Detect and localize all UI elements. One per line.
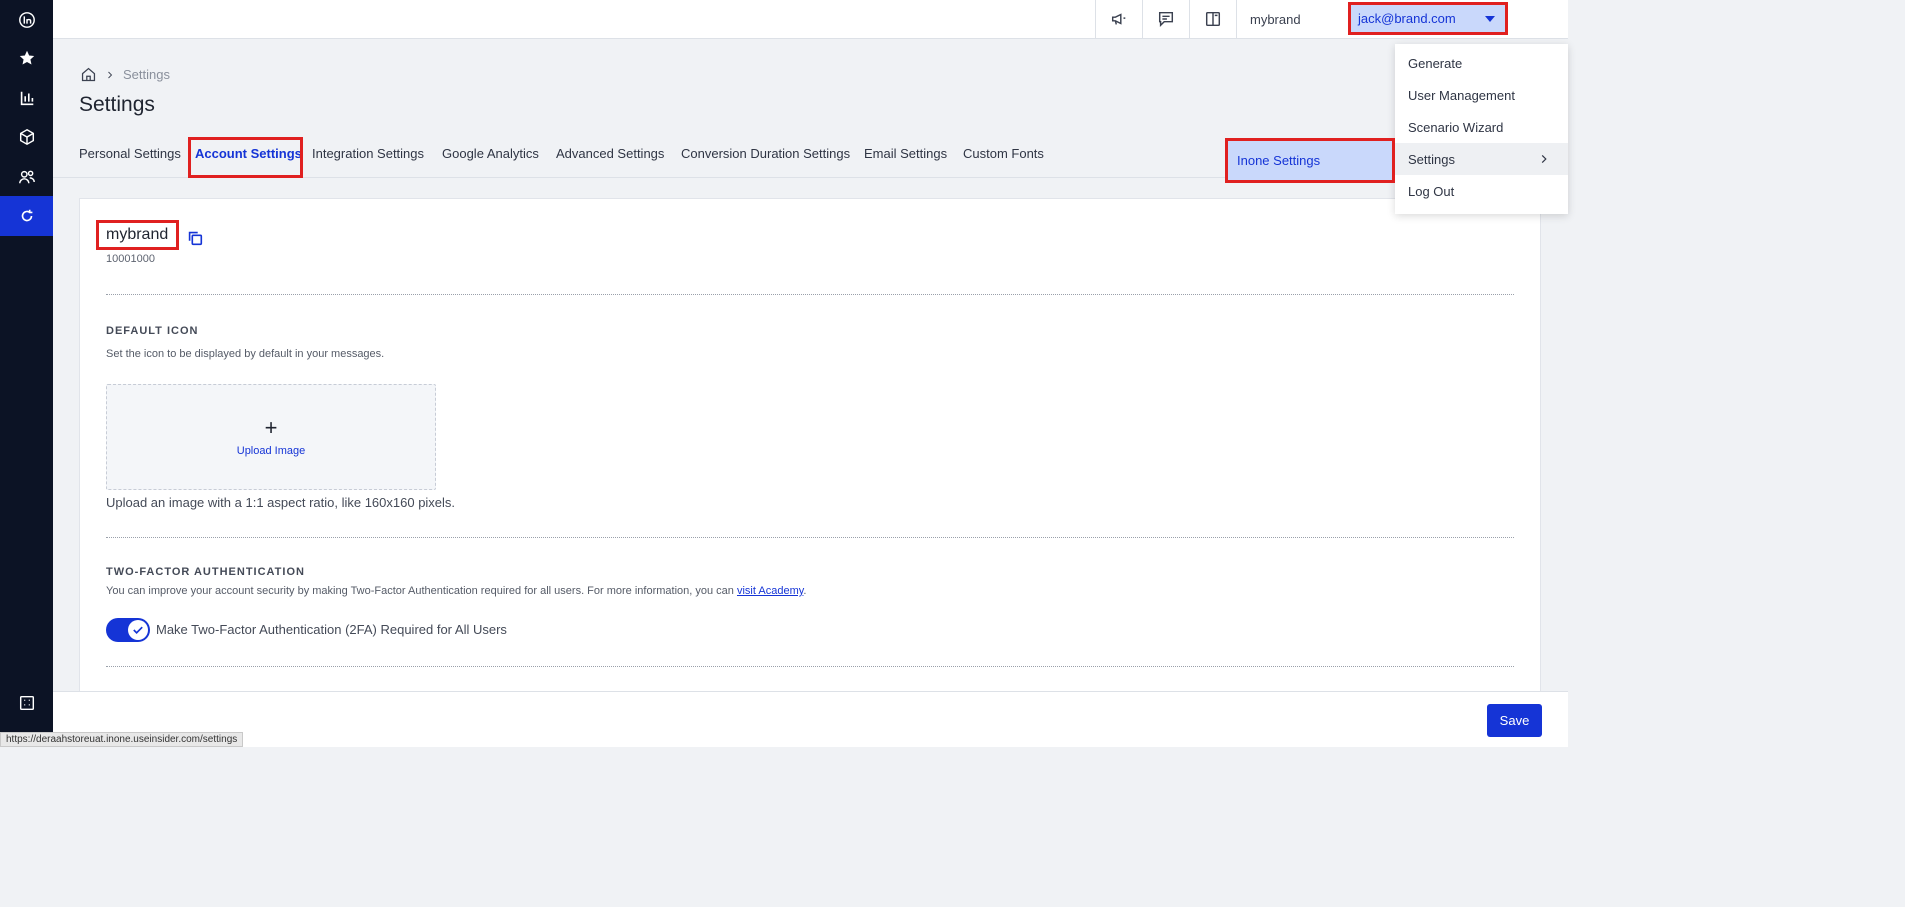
tab-conversion-duration-settings[interactable]: Conversion Duration Settings: [681, 146, 850, 161]
apps-grid-icon[interactable]: [0, 683, 53, 723]
caret-down-icon: [1485, 16, 1495, 22]
menu-item-settings[interactable]: Settings: [1395, 143, 1568, 175]
two-factor-toggle-label: Make Two-Factor Authentication (2FA) Req…: [156, 622, 507, 637]
breadcrumb: Settings: [80, 66, 170, 83]
section-divider: [106, 666, 1514, 667]
home-icon[interactable]: [80, 66, 97, 83]
status-bar-url: https://deraahstoreuat.inone.useinsider.…: [0, 732, 244, 747]
user-account-select[interactable]: jack@brand.com: [1348, 2, 1508, 35]
section-divider: [106, 294, 1514, 295]
refresh-icon[interactable]: [0, 196, 53, 236]
menu-item-user-management[interactable]: User Management: [1395, 79, 1568, 111]
upload-image-dropzone[interactable]: + Upload Image: [106, 384, 436, 490]
star-icon[interactable]: [0, 38, 53, 78]
two-factor-toggle[interactable]: [106, 618, 150, 642]
submenu-item-inone-settings[interactable]: Inone Settings: [1225, 138, 1395, 183]
user-dropdown-menu: Generate User Management Scenario Wizard…: [1395, 44, 1568, 214]
menu-item-log-out[interactable]: Log Out: [1395, 175, 1568, 207]
save-button[interactable]: Save: [1487, 704, 1542, 737]
upload-hint: Upload an image with a 1:1 aspect ratio,…: [106, 495, 456, 510]
section-divider: [106, 537, 1514, 538]
tab-advanced-settings[interactable]: Advanced Settings: [556, 146, 664, 161]
feedback-chat-icon[interactable]: [1142, 0, 1189, 38]
insider-logo-icon[interactable]: [0, 0, 53, 40]
chevron-right-icon: [1541, 154, 1547, 164]
users-icon[interactable]: [0, 157, 53, 197]
account-id: 10001000: [106, 253, 155, 265]
user-email: jack@brand.com: [1358, 11, 1456, 26]
default-icon-title: DEFAULT ICON: [106, 325, 199, 337]
cube-icon[interactable]: [0, 117, 53, 157]
two-factor-description-text: You can improve your account security by…: [106, 585, 737, 597]
active-tab-highlight: [188, 137, 303, 178]
tab-email-settings[interactable]: Email Settings: [864, 146, 947, 161]
chevron-right-icon: [108, 71, 113, 78]
menu-item-settings-label: Settings: [1408, 151, 1455, 167]
brand-select-value: mybrand: [1250, 11, 1301, 27]
visit-academy-link[interactable]: visit Academy: [737, 585, 803, 597]
tab-personal-settings[interactable]: Personal Settings: [79, 146, 181, 161]
footer-bar: [53, 691, 1568, 747]
check-icon: [133, 626, 143, 634]
page-title: Settings: [79, 93, 155, 116]
two-factor-description-end: .: [803, 585, 807, 597]
breadcrumb-current: Settings: [123, 67, 170, 82]
toggle-knob: [128, 620, 148, 640]
two-factor-title: TWO-FACTOR AUTHENTICATION: [106, 566, 305, 578]
announcement-icon[interactable]: [1095, 0, 1142, 38]
menu-item-generate[interactable]: Generate: [1395, 47, 1568, 79]
tab-integration-settings[interactable]: Integration Settings: [312, 146, 424, 161]
upload-image-label: Upload Image: [236, 445, 306, 457]
account-name: mybrand: [96, 220, 179, 250]
top-bar: mybrand: [53, 0, 1568, 39]
menu-item-scenario-wizard[interactable]: Scenario Wizard: [1395, 111, 1568, 143]
plus-icon: +: [264, 415, 278, 440]
default-icon-description: Set the icon to be displayed by default …: [106, 348, 385, 360]
two-factor-description: You can improve your account security by…: [106, 585, 806, 597]
bar-chart-icon[interactable]: [0, 78, 53, 118]
left-nav-rail: [0, 0, 53, 747]
tab-google-analytics[interactable]: Google Analytics: [442, 146, 539, 161]
book-icon[interactable]: [1189, 0, 1236, 38]
tab-custom-fonts[interactable]: Custom Fonts: [963, 146, 1044, 161]
copy-icon[interactable]: [186, 229, 204, 247]
